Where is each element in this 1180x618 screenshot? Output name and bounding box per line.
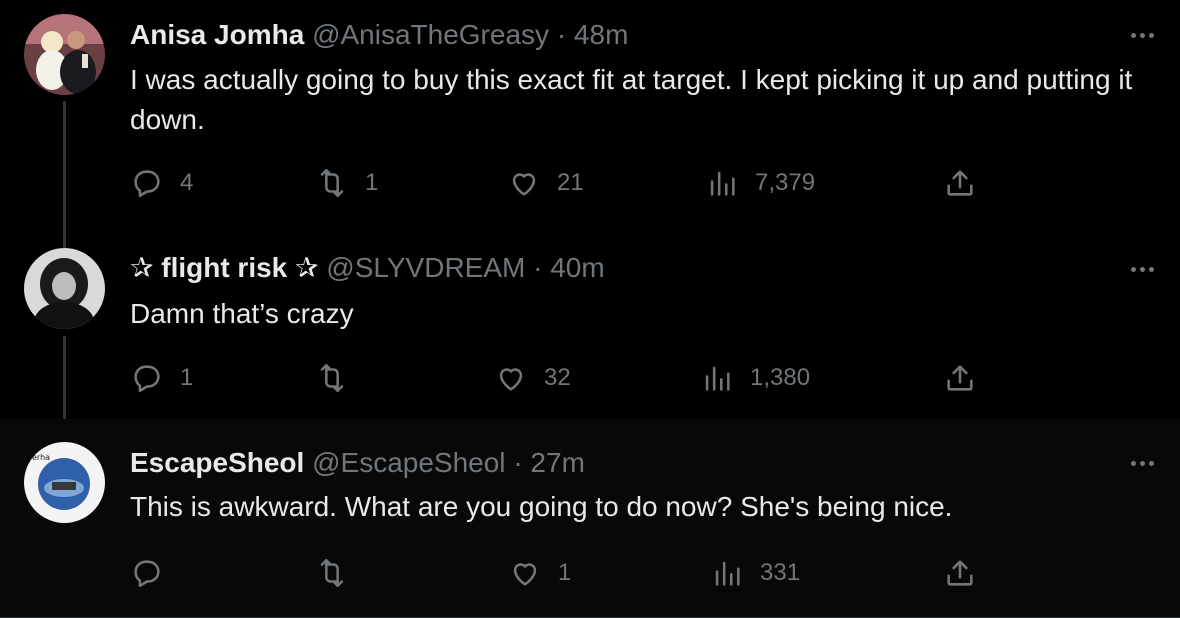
tweet-text: I was actually going to buy this exact f… — [130, 64, 1133, 135]
views-count: 331 — [760, 559, 801, 586]
tweet-header: ✰ flight risk ✰ @SLYVDREAM · 40m — [130, 250, 605, 286]
views-count: 7,379 — [755, 169, 816, 196]
tweet-text: This is awkward. What are you going to d… — [130, 491, 953, 522]
views-icon — [710, 171, 735, 196]
tweet-header: EscapeSheol @EscapeSheol · 27m — [130, 445, 585, 481]
share-icon — [947, 170, 973, 196]
avatar[interactable] — [24, 14, 105, 95]
timestamp[interactable]: 40m — [550, 252, 604, 283]
like-button[interactable]: 21 — [507, 163, 584, 203]
like-count: 1 — [558, 559, 572, 586]
repost-button[interactable]: 1 — [315, 163, 378, 203]
handle[interactable]: @EscapeSheol — [312, 447, 505, 478]
tweet-3[interactable]: erha EscapeSheol @EscapeSheol · 27m This… — [0, 419, 1180, 618]
views-button[interactable]: 331 — [710, 553, 800, 593]
like-button[interactable]: 1 — [508, 553, 571, 593]
tweet-text: Damn that’s crazy — [130, 298, 354, 329]
like-button[interactable]: 32 — [494, 358, 571, 398]
like-icon — [513, 563, 537, 586]
views-count: 1,380 — [750, 364, 811, 391]
share-icon — [947, 560, 973, 586]
more-icon[interactable] — [1124, 451, 1160, 475]
reply-count: 1 — [180, 364, 194, 391]
thread-line — [63, 224, 66, 248]
action-bar: 1 331 — [130, 553, 980, 593]
views-button[interactable]: 1,380 — [700, 358, 810, 398]
more-icon[interactable] — [1124, 23, 1160, 47]
views-button[interactable]: 7,379 — [705, 163, 815, 203]
separator: · — [556, 19, 567, 50]
share-button[interactable] — [943, 358, 977, 398]
separator: · — [533, 252, 543, 283]
handle[interactable]: @SLYVDREAM — [326, 252, 525, 283]
timestamp[interactable]: 27m — [530, 447, 584, 478]
share-button[interactable] — [943, 553, 977, 593]
display-name[interactable]: EscapeSheol — [130, 447, 304, 478]
more-icon[interactable] — [1124, 257, 1160, 281]
repost-count: 1 — [365, 169, 379, 196]
reply-icon — [134, 365, 160, 393]
repost-icon — [320, 168, 344, 198]
separator: · — [513, 447, 523, 478]
reply-count: 4 — [180, 169, 194, 196]
reply-icon — [134, 170, 160, 198]
like-count: 21 — [557, 169, 584, 196]
display-name[interactable]: ✰ flight risk ✰ — [130, 252, 319, 283]
repost-button[interactable] — [315, 358, 365, 398]
action-bar: 1 32 1,380 — [130, 358, 980, 398]
reply-icon — [134, 560, 160, 588]
share-icon — [947, 365, 973, 391]
reply-button[interactable]: 4 — [130, 163, 193, 203]
avatar[interactable]: erha — [24, 442, 105, 523]
thread-line — [63, 101, 66, 224]
repost-icon — [320, 363, 344, 393]
share-button[interactable] — [943, 163, 977, 203]
reply-button[interactable]: 1 — [130, 358, 193, 398]
handle[interactable]: @AnisaTheGreasy — [312, 19, 549, 50]
action-bar: 4 1 21 7,379 — [130, 163, 980, 203]
tweet-1[interactable]: Anisa Jomha @AnisaTheGreasy · 48m I was … — [0, 0, 1180, 224]
repost-button[interactable] — [315, 553, 365, 593]
like-icon — [499, 368, 523, 391]
avatar[interactable] — [24, 248, 105, 329]
views-icon — [715, 561, 740, 586]
like-icon — [512, 173, 536, 196]
repost-icon — [320, 558, 344, 588]
timestamp[interactable]: 48m — [574, 19, 628, 50]
tweet-header: Anisa Jomha @AnisaTheGreasy · 48m — [130, 17, 628, 53]
display-name[interactable]: Anisa Jomha — [130, 19, 304, 50]
reply-button[interactable] — [130, 553, 180, 593]
views-icon — [705, 366, 730, 391]
like-count: 32 — [544, 364, 571, 391]
thread-line — [63, 336, 66, 419]
tweet-2[interactable]: ✰ flight risk ✰ @SLYVDREAM · 40m Damn th… — [0, 224, 1180, 419]
svg-text:erha: erha — [32, 453, 50, 462]
